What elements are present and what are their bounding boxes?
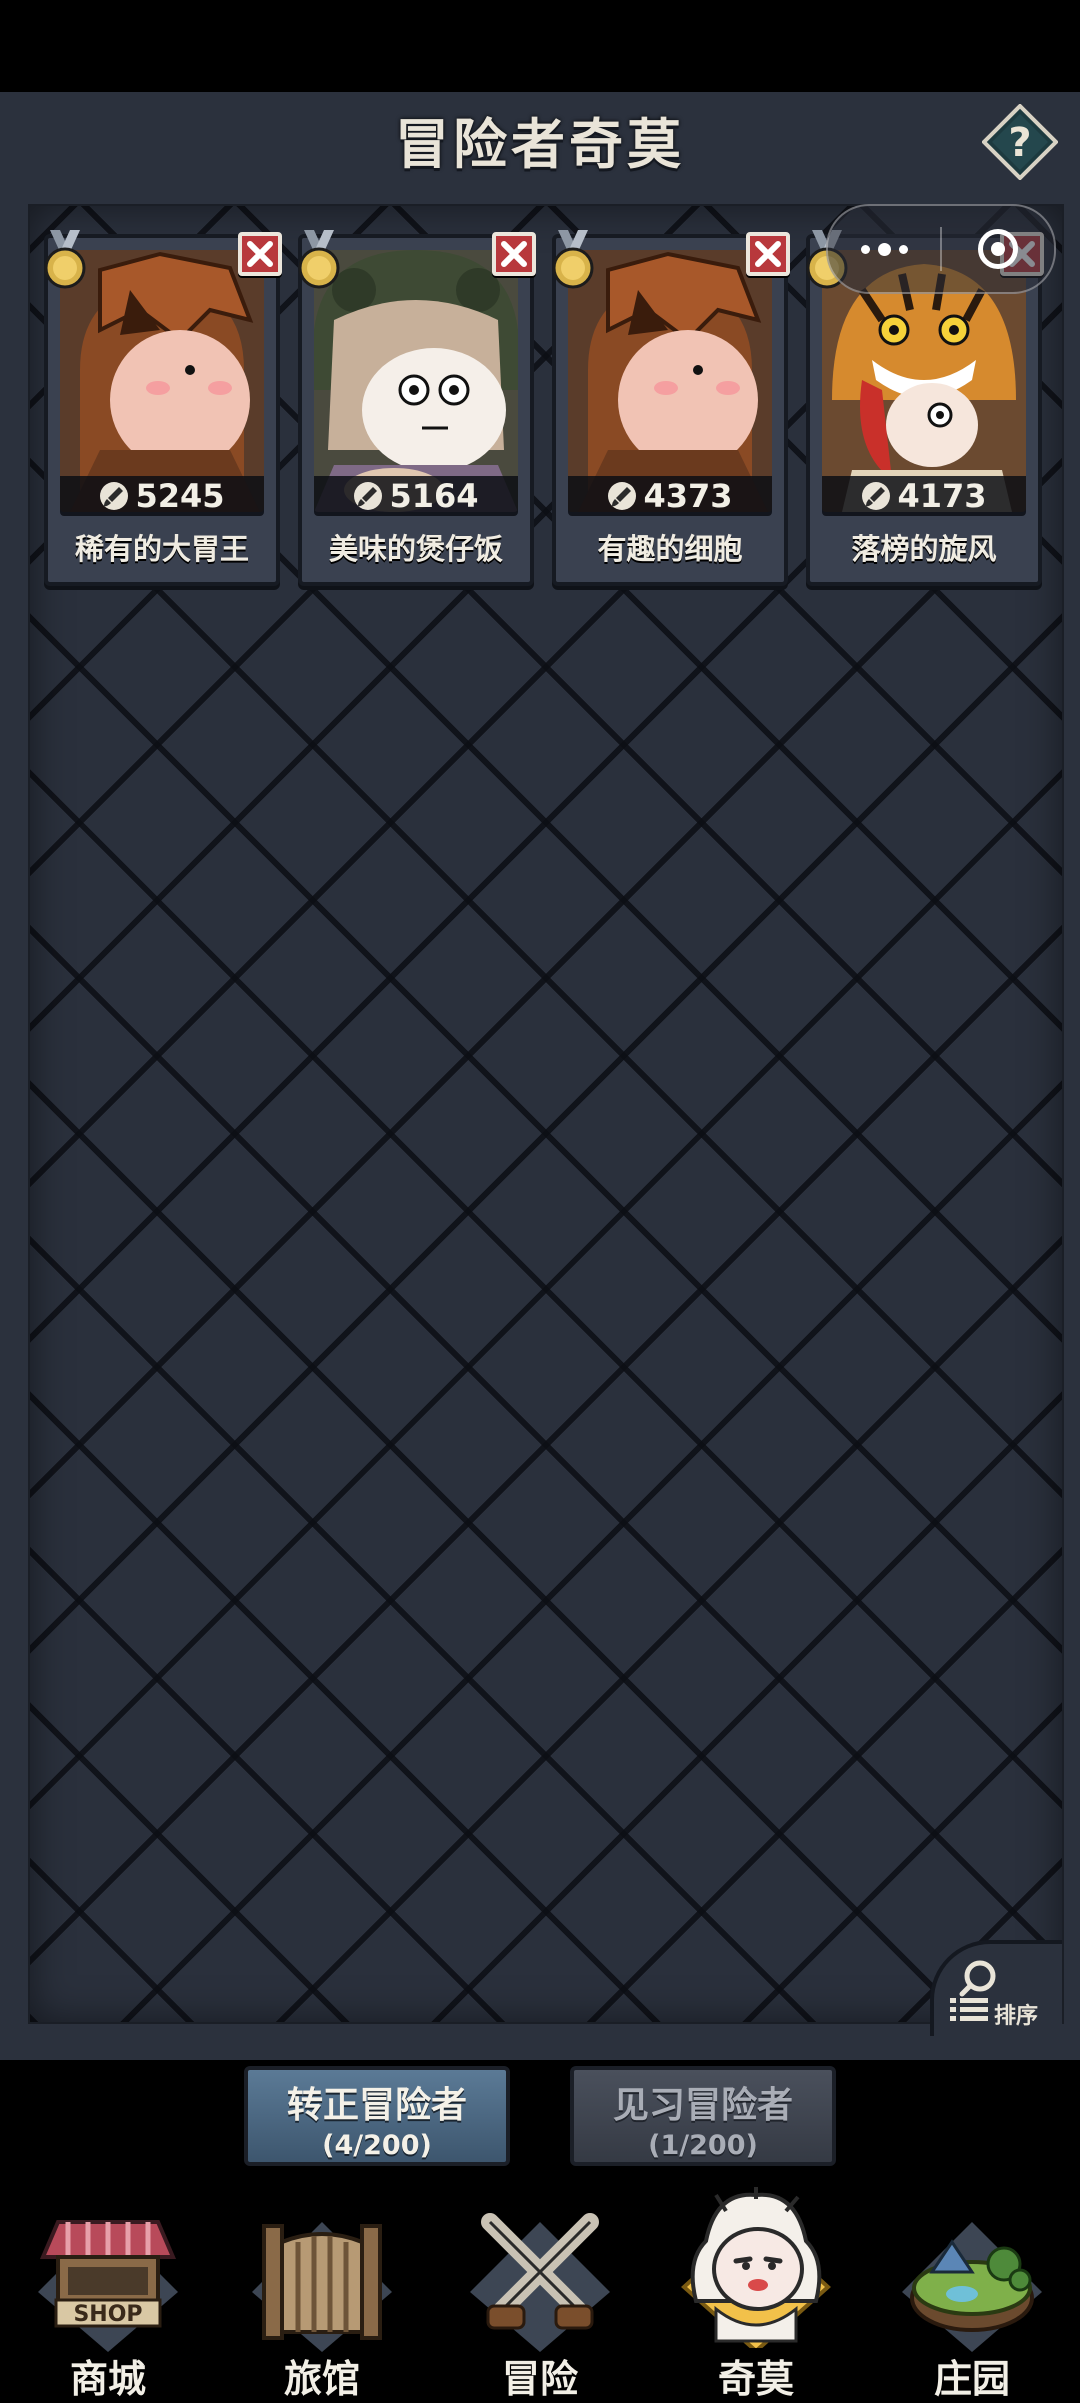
adventurer-tabs: 转正冒险者 (4/200) 见习冒险者 (1/200) xyxy=(0,2066,1080,2174)
nav-label: 庄园 xyxy=(933,2357,1010,2401)
nav-label: 冒险 xyxy=(501,2357,578,2401)
gold-medal-icon xyxy=(298,230,340,289)
shop-icon: SHOP xyxy=(38,2220,178,2352)
nav-label: 奇莫 xyxy=(717,2357,794,2401)
tab-label: 见习冒险者 xyxy=(612,2085,793,2126)
score-bar: 5164 xyxy=(314,476,518,516)
status-bar xyxy=(0,0,1080,92)
nav-item-manor[interactable]: 庄园 xyxy=(872,2180,1072,2401)
adventurer-name: 稀有的大胃王 xyxy=(74,532,249,566)
pumpkin-hood-chimo-portrait xyxy=(60,250,264,512)
frog-hood-girl-chimo-portrait xyxy=(314,250,518,512)
remove-card-button[interactable] xyxy=(238,232,282,276)
brush-icon xyxy=(354,482,383,510)
adventurer-score: 4173 xyxy=(897,477,987,515)
crossed-swords-icon xyxy=(470,2213,610,2352)
sort-label: 排序 xyxy=(994,2004,1039,2029)
bottom-nav: SHOP 商城 旅馆 冒险 奇莫 庄园 xyxy=(0,2180,1080,2401)
more-options-button[interactable] xyxy=(828,206,940,292)
score-bar: 4173 xyxy=(822,476,1026,516)
nav-label: 旅馆 xyxy=(283,2357,360,2401)
brush-icon xyxy=(862,482,891,510)
adventurer-card[interactable]: 5245 稀有的大胃王 xyxy=(44,230,282,586)
tab-regular-adventurers[interactable]: 转正冒险者 (4/200) xyxy=(244,2066,510,2166)
adventurer-score: 5164 xyxy=(389,477,479,515)
adventurer-card[interactable]: 5164 美味的煲仔饭 xyxy=(298,230,536,586)
close-mini-program-button[interactable] xyxy=(942,206,1054,292)
adventurer-card[interactable]: 4373 有趣的细胞 xyxy=(552,230,790,586)
score-bar: 5245 xyxy=(60,476,264,516)
adventurer-name: 有趣的细胞 xyxy=(597,532,743,566)
adventurer-score: 4373 xyxy=(643,477,733,515)
question-mark-icon: ? xyxy=(1008,120,1031,166)
target-circle-icon xyxy=(978,229,1018,269)
adventurer-score: 5245 xyxy=(135,477,225,515)
tab-intern-adventurers[interactable]: 见习冒险者 (1/200) xyxy=(570,2066,836,2166)
brush-icon xyxy=(100,482,129,510)
mini-program-capsule xyxy=(826,204,1056,294)
inn-gate-icon xyxy=(252,2222,392,2352)
help-button[interactable]: ? xyxy=(982,104,1058,180)
more-dots-icon xyxy=(860,242,908,256)
adventurer-name: 美味的煲仔饭 xyxy=(328,532,503,566)
tab-count: (4/200) xyxy=(322,2130,432,2161)
nav-item-inn[interactable]: 旅馆 xyxy=(222,2180,422,2401)
manor-island-icon xyxy=(902,2222,1042,2352)
gold-medal-icon xyxy=(44,230,86,289)
chimo-character-icon xyxy=(681,2187,831,2348)
pumpkin-hood-chimo-portrait xyxy=(568,250,772,512)
nav-item-adventure[interactable]: 冒险 xyxy=(440,2180,640,2401)
nav-label: 商城 xyxy=(69,2357,146,2401)
tab-count: (1/200) xyxy=(648,2130,758,2161)
gold-medal-icon xyxy=(552,230,594,289)
brush-icon xyxy=(608,482,637,510)
shop-sign-text: SHOP xyxy=(73,2302,142,2327)
nav-item-shop[interactable]: SHOP 商城 xyxy=(8,2180,208,2401)
remove-card-button[interactable] xyxy=(746,232,790,276)
score-bar: 4373 xyxy=(568,476,772,516)
adventurer-name: 落榜的旋风 xyxy=(851,532,997,566)
nav-item-chimo[interactable]: 奇莫 xyxy=(656,2180,856,2401)
page-title: 冒险者奇莫 xyxy=(395,113,685,176)
tab-label: 转正冒险者 xyxy=(286,2085,467,2126)
remove-card-button[interactable] xyxy=(492,232,536,276)
